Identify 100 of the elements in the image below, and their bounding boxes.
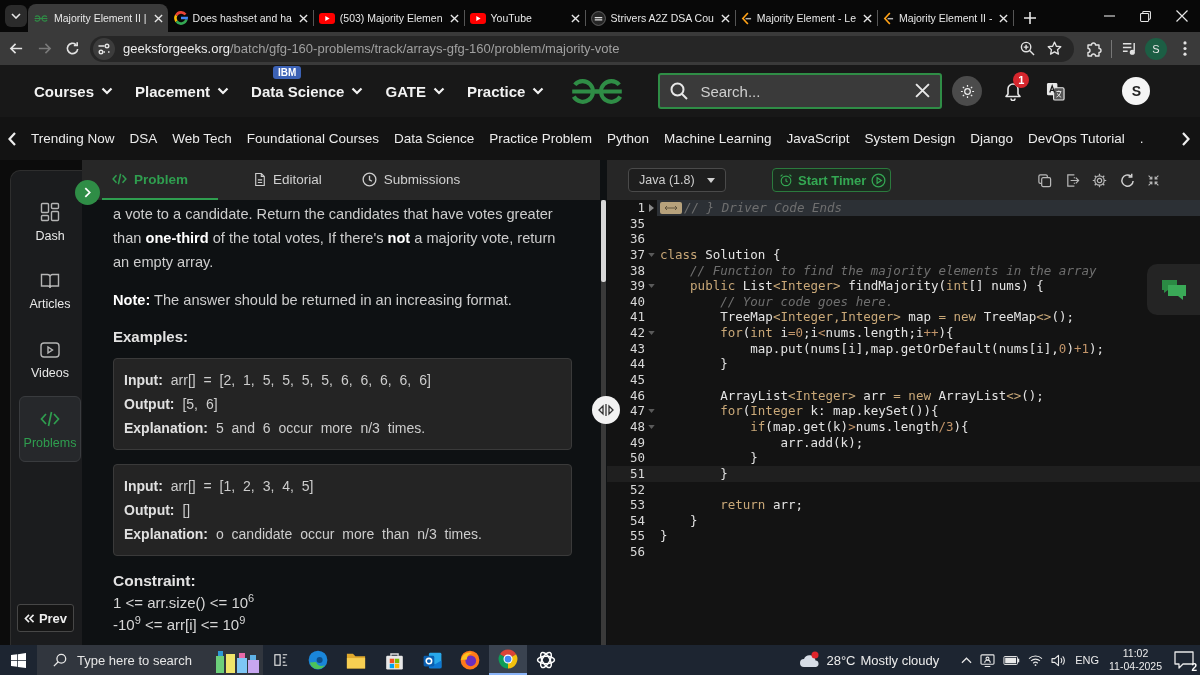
sidebar-item[interactable]: Problems <box>19 396 81 462</box>
example-line: Input: arr[] = [2, 1, 5, 5, 5, 5, 6, 6, 6, 6, 6] <box>124 371 432 390</box>
profile-avatar[interactable]: S <box>1145 37 1167 60</box>
fold-caret-icon[interactable] <box>647 424 655 429</box>
chevron-up-icon[interactable] <box>961 656 973 664</box>
hooks-logo-icon <box>33 14 49 22</box>
close-icon[interactable] <box>298 13 308 23</box>
sidebar-item[interactable]: Articles <box>19 258 81 324</box>
browser-tab[interactable]: (503) Majority Elemen <box>313 4 464 32</box>
arrow-left-icon <box>8 41 24 56</box>
atom-icon <box>536 650 556 670</box>
browser-tab[interactable]: Strivers A2Z DSA Cou <box>585 4 735 32</box>
fold-caret-icon[interactable] <box>647 409 655 414</box>
fold-widget-icon[interactable] <box>660 201 682 214</box>
chevron-down-icon <box>351 87 364 95</box>
sidebar-item[interactable]: Dash <box>19 189 81 255</box>
reload-icon[interactable] <box>1119 172 1135 188</box>
chevron-left-icon[interactable] <box>8 131 16 146</box>
code-line: TreeMap<Integer,Integer> map = new TreeMap<>(); <box>720 309 1074 326</box>
trending-link[interactable]: DSA <box>129 131 158 146</box>
code-line: public List<Integer> findMajority(int[] nums) { <box>690 278 1044 294</box>
chevron-right-icon <box>84 187 91 198</box>
line-number: 56 <box>628 544 645 560</box>
close-icon[interactable] <box>720 13 730 23</box>
double-chevron-left-icon <box>23 613 35 623</box>
plus-icon[interactable] <box>1024 12 1037 24</box>
fold-caret-icon[interactable] <box>647 330 655 335</box>
restore-icon[interactable] <box>1140 10 1151 22</box>
scrollbar[interactable] <box>601 200 606 645</box>
drag-handle-icon[interactable] <box>592 396 620 424</box>
browser-tab[interactable]: Majority Element II | <box>28 4 168 32</box>
input-language[interactable]: ENG <box>1075 654 1100 666</box>
address-bar[interactable]: geeksforgeeks.org/batch/gfg-160-problems/track/arrays-gfg-160/problem/majority-vote <box>90 35 1074 62</box>
trending-link[interactable]: Data Science <box>393 131 475 146</box>
fold-caret-icon[interactable] <box>648 203 654 212</box>
chat-button[interactable] <box>1147 264 1200 315</box>
trending-link[interactable]: Web Tech <box>172 131 232 146</box>
problem-tab[interactable]: Problem <box>102 160 218 200</box>
trending-link[interactable]: Trending Now <box>31 131 115 146</box>
collapse-arrows-icon[interactable] <box>1147 173 1160 187</box>
nav-menu-item[interactable]: Courses <box>34 82 114 100</box>
trending-link[interactable]: Python <box>607 131 650 146</box>
chevron-right-icon[interactable] <box>1182 132 1190 146</box>
export-icon[interactable] <box>1064 172 1080 188</box>
close-icon[interactable] <box>1176 10 1188 22</box>
browser-tab[interactable]: YouTube <box>464 4 585 32</box>
speaker-icon[interactable] <box>1051 653 1067 667</box>
trending-link[interactable]: Practice Problem <box>489 131 593 146</box>
fold-caret-icon[interactable] <box>647 252 655 257</box>
trending-link[interactable]: Machine Learning <box>664 131 772 146</box>
trending-link[interactable]: System Design <box>864 131 956 146</box>
copy-icon[interactable] <box>1037 172 1052 188</box>
wifi-icon[interactable] <box>1028 654 1044 666</box>
example-line: Output: [] <box>124 501 192 520</box>
trending-link[interactable]: JavaScript <box>786 131 850 146</box>
trending-link[interactable]: . <box>1139 131 1144 146</box>
tab-search-button[interactable] <box>5 5 27 27</box>
clock[interactable]: 11:02 11-04-2025 <box>1109 647 1162 673</box>
close-icon[interactable] <box>153 13 163 23</box>
browser-tab[interactable]: Majority Element - Le <box>735 4 878 32</box>
monitor-icon[interactable] <box>980 653 996 667</box>
problem-tab[interactable]: Editorial <box>254 160 322 200</box>
zoom-icon[interactable] <box>1020 41 1035 56</box>
nav-menu-item[interactable]: Placement <box>135 82 230 100</box>
nav-menu-item[interactable]: Practice <box>467 82 545 100</box>
search-field[interactable]: Search... <box>658 73 943 109</box>
theme-toggle-button[interactable] <box>952 76 983 106</box>
translate-icon[interactable] <box>1046 81 1066 101</box>
problem-tab[interactable]: Submissions <box>361 160 461 200</box>
chevron-down-icon <box>101 87 114 95</box>
weather-condition[interactable]: Mostly cloudy <box>860 652 940 668</box>
segmented-circle-icon <box>498 649 518 669</box>
battery-icon[interactable] <box>1003 655 1021 665</box>
trending-link[interactable]: DevOps Tutorial <box>1028 131 1125 146</box>
start-timer-button[interactable]: Start Timer <box>772 168 892 192</box>
browser-tab[interactable]: Does hashset and ha <box>168 4 313 32</box>
close-icon[interactable] <box>999 13 1009 23</box>
nav-menu-item[interactable]: GATE <box>385 82 446 100</box>
line-number: 38 <box>628 262 645 279</box>
close-icon[interactable] <box>915 83 931 98</box>
cloud-icon[interactable] <box>799 651 822 669</box>
prev-button[interactable]: Prev <box>17 604 74 632</box>
sidebar-item[interactable]: Videos <box>19 327 81 393</box>
fold-caret-icon[interactable] <box>647 284 655 288</box>
close-icon[interactable] <box>570 13 580 23</box>
taskbar-search-field[interactable]: Type here to search <box>37 645 263 675</box>
site-settings-icon[interactable] <box>93 37 115 60</box>
star-icon[interactable] <box>1047 41 1062 56</box>
language-dropdown[interactable]: Java (1.8) <box>628 168 726 192</box>
close-icon[interactable] <box>449 13 459 23</box>
browser-tab[interactable]: Majority Element II - <box>878 4 1014 32</box>
trending-link[interactable]: Django <box>970 131 1013 146</box>
user-avatar[interactable]: S <box>1122 77 1151 105</box>
settings-icon[interactable] <box>1092 172 1107 188</box>
code-line: for(int i=0;i<nums.length;i++){ <box>720 325 954 341</box>
nav-menu-item[interactable]: Data Science <box>251 82 364 100</box>
weather-temperature[interactable]: 28°C <box>826 652 856 668</box>
close-icon[interactable] <box>863 13 873 23</box>
trending-link[interactable]: Foundational Courses <box>246 131 379 146</box>
taskbar-app-button[interactable] <box>489 645 527 675</box>
